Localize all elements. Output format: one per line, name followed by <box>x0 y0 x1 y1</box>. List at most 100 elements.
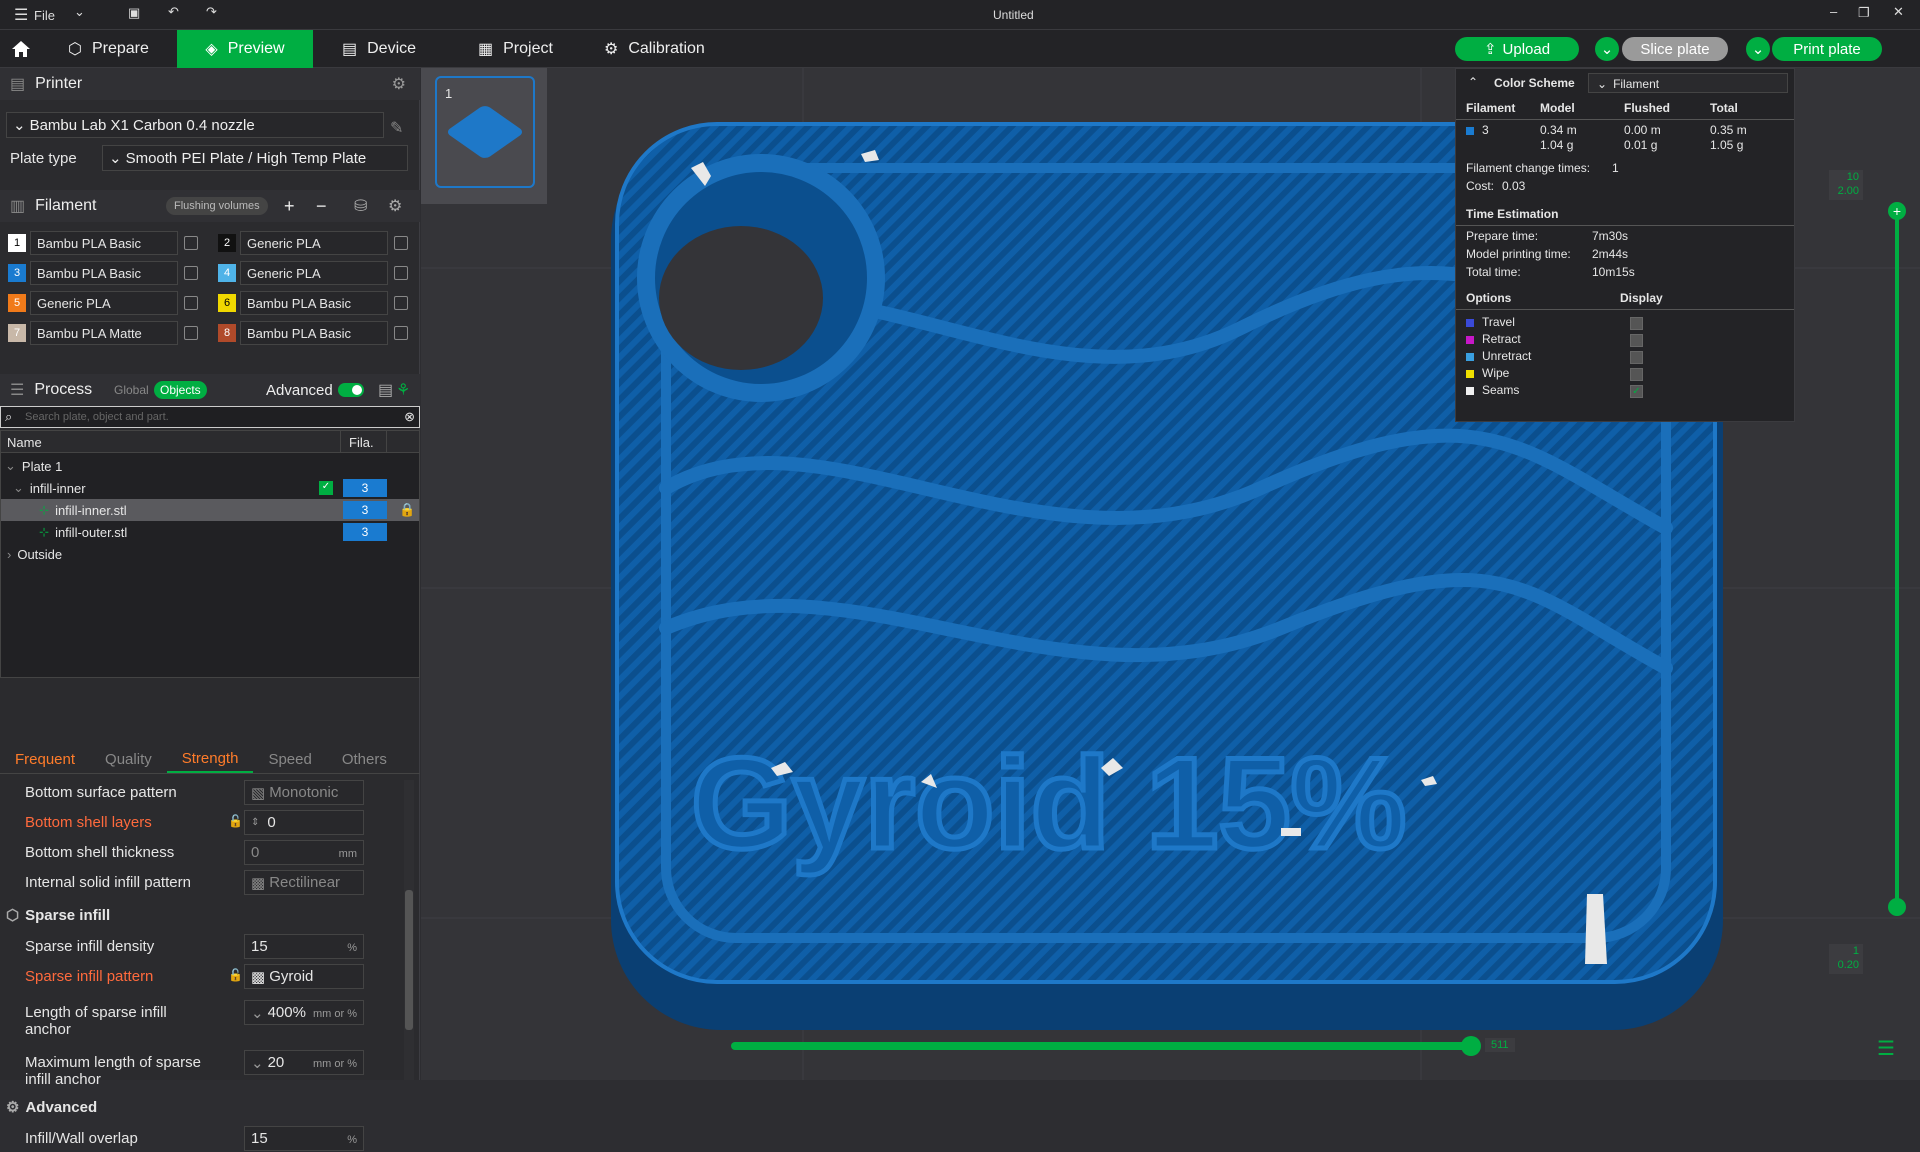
clear-search-icon[interactable]: ⊗ <box>404 409 415 425</box>
tree-object[interactable]: ⌄ infill-inner ✓ 3 <box>1 477 419 499</box>
filament-number[interactable]: 8 <box>218 324 236 342</box>
filament-number[interactable]: 4 <box>218 264 236 282</box>
bottom-shell-layers-input[interactable]: ⇕ 0 <box>244 810 364 835</box>
tab-project[interactable]: ▦ Project <box>462 30 569 68</box>
print-plate-button[interactable]: Print plate <box>1772 37 1882 61</box>
filament-name[interactable]: Generic PLA <box>240 231 388 255</box>
checkbox-checked[interactable]: ✓ <box>319 481 333 495</box>
color-scheme-select[interactable]: ⌄ Filament <box>1588 73 1788 93</box>
edit-filament-icon[interactable] <box>184 236 198 250</box>
plate-type-select[interactable]: ⌄ Smooth PEI Plate / High Temp Plate <box>102 145 408 171</box>
tab-speed[interactable]: Speed <box>253 746 326 773</box>
upload-button[interactable]: ⇪ Upload <box>1455 37 1579 61</box>
anchor-max-input[interactable]: ⌄ 20 mm or % <box>244 1050 364 1075</box>
sparse-density-input[interactable]: 15% <box>244 934 364 959</box>
filament-name[interactable]: Generic PLA <box>30 291 178 315</box>
tree-part-outer[interactable]: ⊹ infill-outer.stl 3 <box>1 521 419 543</box>
option-checkbox[interactable] <box>1630 368 1643 381</box>
filament-number[interactable]: 7 <box>8 324 26 342</box>
tab-others[interactable]: Others <box>327 746 402 773</box>
param-scrollbar[interactable] <box>404 780 414 1080</box>
move-slider-handle[interactable] <box>1461 1036 1481 1056</box>
tab-device[interactable]: ▤ Device <box>326 30 432 68</box>
minimize-icon[interactable]: – <box>1830 4 1837 19</box>
chevron-down-icon[interactable]: ⌄ <box>74 4 85 20</box>
filament-settings-icon[interactable]: ⚙ <box>388 196 402 216</box>
filament-slot-1[interactable]: 1 Bambu PLA Basic <box>8 230 198 256</box>
filament-name[interactable]: Bambu PLA Basic <box>240 321 388 345</box>
print-dropdown-button[interactable]: ⌄ <box>1746 37 1770 61</box>
plate-thumbnail[interactable]: 1 <box>421 68 547 204</box>
bottom-shell-thickness-input[interactable]: 0 mm <box>244 840 364 865</box>
home-icon[interactable] <box>10 38 32 60</box>
filament-number[interactable]: 5 <box>8 294 26 312</box>
add-filament-icon[interactable]: + <box>284 196 295 217</box>
printer-settings-icon[interactable]: ⚙ <box>392 74 406 94</box>
layer-slider-top-handle[interactable]: + <box>1888 202 1906 220</box>
flushing-volumes-button[interactable]: Flushing volumes <box>166 197 268 215</box>
option-checkbox[interactable] <box>1630 351 1643 364</box>
option-checkbox[interactable] <box>1630 317 1643 330</box>
filament-number[interactable]: 2 <box>218 234 236 252</box>
filament-name[interactable]: Bambu PLA Matte <box>30 321 178 345</box>
filament-badge[interactable]: 3 <box>343 523 387 541</box>
overlap-input[interactable]: 15% <box>244 1126 364 1151</box>
object-search[interactable]: ⌕ Search plate, object and part. ⊗ <box>0 406 420 428</box>
filament-badge[interactable]: 3 <box>343 501 387 519</box>
filament-name[interactable]: Bambu PLA Basic <box>30 261 178 285</box>
undo-icon[interactable]: ↶ <box>168 4 179 20</box>
edit-filament-icon[interactable] <box>394 326 408 340</box>
bottom-surface-pattern-select[interactable]: ▧ Monotonic <box>244 780 364 805</box>
spin-icon[interactable]: ⇕ <box>251 817 259 828</box>
menu-icon[interactable]: ☰ <box>14 5 28 25</box>
layer-slider[interactable]: + <box>1881 168 1911 928</box>
filament-name[interactable]: Generic PLA <box>240 261 388 285</box>
tab-prepare[interactable]: ⬡ Prepare <box>52 30 165 68</box>
close-icon[interactable]: ✕ <box>1893 4 1904 20</box>
tab-strength[interactable]: Strength <box>166 746 254 773</box>
file-menu[interactable]: File <box>34 8 55 23</box>
filament-slot-2[interactable]: 2 Generic PLA <box>218 230 408 256</box>
tree-outside[interactable]: › Outside <box>1 543 419 565</box>
sync-filament-icon[interactable]: ⛁ <box>354 196 367 216</box>
global-toggle[interactable]: Global <box>114 383 149 397</box>
edit-filament-icon[interactable] <box>184 296 198 310</box>
filament-number[interactable]: 6 <box>218 294 236 312</box>
restore-icon[interactable]: ❐ <box>1858 5 1870 21</box>
filament-name[interactable]: Bambu PLA Basic <box>240 291 388 315</box>
internal-solid-pattern-select[interactable]: ▩ Rectilinear <box>244 870 364 895</box>
filament-slot-5[interactable]: 5 Generic PLA <box>8 290 198 316</box>
edit-filament-icon[interactable] <box>394 296 408 310</box>
option-checkbox[interactable] <box>1630 334 1643 347</box>
remove-filament-icon[interactable]: − <box>316 196 327 217</box>
edit-filament-icon[interactable] <box>394 236 408 250</box>
filament-number[interactable]: 1 <box>8 234 26 252</box>
layers-icon[interactable]: ☰ <box>1877 1036 1895 1061</box>
edit-filament-icon[interactable] <box>184 326 198 340</box>
filament-badge[interactable]: 3 <box>343 479 387 497</box>
filament-slot-3[interactable]: 3 Bambu PLA Basic <box>8 260 198 286</box>
filament-slot-8[interactable]: 8 Bambu PLA Basic <box>218 320 408 346</box>
tab-calibration[interactable]: ⚙ Calibration <box>588 30 721 68</box>
slice-plate-button[interactable]: Slice plate <box>1622 37 1728 61</box>
tab-frequent[interactable]: Frequent <box>0 746 90 773</box>
filter-icon[interactable]: ⚘ <box>396 380 410 400</box>
tree-part-inner[interactable]: ⊹ infill-inner.stl 3 🔒 <box>1 499 419 521</box>
sparse-pattern-select[interactable]: ▩ Gyroid <box>244 964 364 989</box>
tab-quality[interactable]: Quality <box>90 746 167 773</box>
slice-dropdown-button[interactable]: ⌄ <box>1595 37 1619 61</box>
printer-select[interactable]: ⌄ Bambu Lab X1 Carbon 0.4 nozzle <box>6 112 384 138</box>
filament-number[interactable]: 3 <box>8 264 26 282</box>
filament-slot-4[interactable]: 4 Generic PLA <box>218 260 408 286</box>
edit-printer-icon[interactable]: ✎ <box>390 118 403 138</box>
filament-slot-6[interactable]: 6 Bambu PLA Basic <box>218 290 408 316</box>
edit-filament-icon[interactable] <box>184 266 198 280</box>
filament-slot-7[interactable]: 7 Bambu PLA Matte <box>8 320 198 346</box>
redo-icon[interactable]: ↷ <box>206 4 217 20</box>
objects-toggle[interactable]: Objects <box>154 381 207 399</box>
edit-filament-icon[interactable] <box>394 266 408 280</box>
list-icon[interactable]: ▤ <box>378 380 393 400</box>
layer-slider-bottom-handle[interactable] <box>1888 898 1906 916</box>
anchor-length-input[interactable]: ⌄ 400% mm or % <box>244 1000 364 1025</box>
filament-name[interactable]: Bambu PLA Basic <box>30 231 178 255</box>
